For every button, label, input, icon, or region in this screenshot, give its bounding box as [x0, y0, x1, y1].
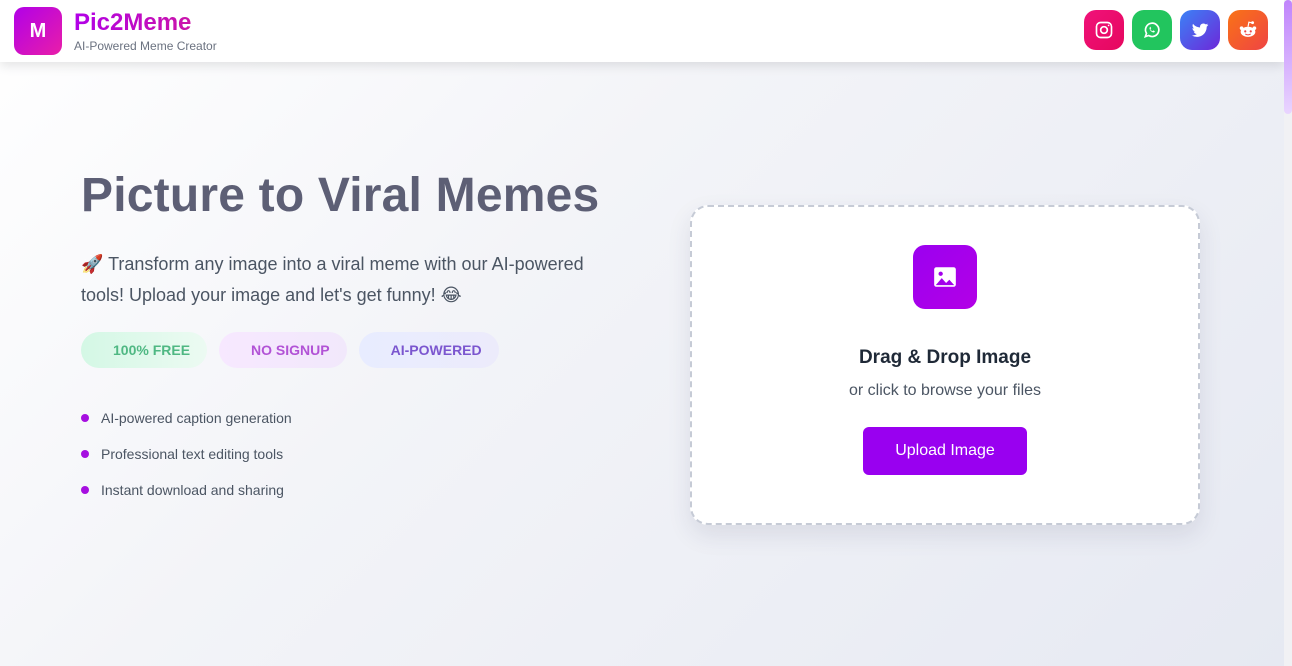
site-header: M Pic2Meme AI-Powered Meme Creator: [0, 0, 1284, 62]
instagram-icon: [1095, 21, 1113, 39]
scrollbar-thumb[interactable]: [1284, 0, 1292, 114]
bullet-icon: [81, 486, 89, 494]
reddit-button[interactable]: [1228, 10, 1268, 50]
badge-free: 100% FREE: [81, 332, 208, 368]
upload-dropzone[interactable]: Drag & Drop Image or click to browse you…: [690, 205, 1200, 525]
list-item: AI-powered caption generation: [81, 406, 292, 430]
feature-list: AI-powered caption generation Profession…: [81, 406, 292, 514]
reddit-icon: [1239, 21, 1257, 37]
feature-text: AI-powered caption generation: [101, 410, 292, 426]
bullet-icon: [81, 450, 89, 458]
instagram-button[interactable]: [1084, 10, 1124, 50]
logo[interactable]: M: [14, 7, 62, 55]
list-item: Professional text editing tools: [81, 442, 292, 466]
brand-title[interactable]: Pic2Meme: [74, 9, 217, 37]
bullet-icon: [81, 414, 89, 422]
twitter-icon: [1191, 23, 1209, 37]
upload-image-button[interactable]: Upload Image: [863, 427, 1027, 475]
social-links: [1084, 10, 1268, 50]
image-icon: [913, 245, 977, 309]
whatsapp-button[interactable]: [1132, 10, 1172, 50]
list-item: Instant download and sharing: [81, 478, 292, 502]
hero-title: Picture to Viral Memes: [81, 169, 600, 222]
logo-letter: M: [29, 19, 47, 42]
brand: Pic2Meme AI-Powered Meme Creator: [74, 9, 217, 53]
feature-badges: 100% FREE NO SIGNUP AI-POWERED: [81, 332, 499, 368]
badge-ai-powered: AI-POWERED: [358, 332, 499, 368]
brand-subtitle: AI-Powered Meme Creator: [74, 39, 217, 53]
whatsapp-icon: [1143, 22, 1160, 39]
feature-text: Instant download and sharing: [101, 482, 284, 498]
hero-description: 🚀 Transform any image into a viral meme …: [81, 254, 584, 305]
feature-text: Professional text editing tools: [101, 446, 284, 462]
twitter-button[interactable]: [1180, 10, 1220, 50]
upload-title: Drag & Drop Image: [858, 347, 1032, 368]
upload-subtitle: or click to browse your files: [848, 382, 1042, 399]
badge-no-signup: NO SIGNUP: [219, 332, 347, 368]
scrollbar-track[interactable]: [1284, 0, 1292, 666]
